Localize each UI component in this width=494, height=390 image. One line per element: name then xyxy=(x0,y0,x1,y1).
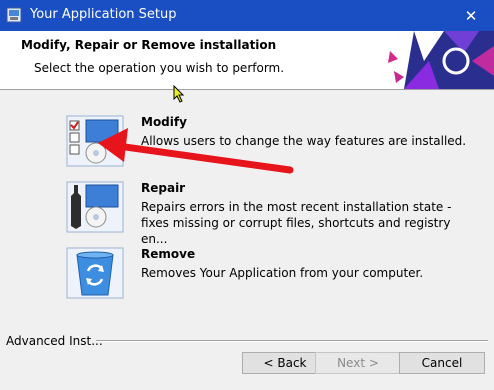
repair-icon xyxy=(66,181,124,233)
dialog-header: Modify, Repair or Remove installation Se… xyxy=(0,31,494,90)
brand-footer-text: Advanced Inst... xyxy=(6,334,103,348)
repair-description: Repairs errors in the most recent instal… xyxy=(141,200,452,246)
brand-banner-graphic xyxy=(388,31,494,89)
recycle-bin-icon xyxy=(66,247,124,299)
next-button[interactable]: Next > xyxy=(315,352,401,374)
option-modify[interactable]: Modify Allows users to change the way fe… xyxy=(66,115,466,175)
setup-window: Your Application Setup ✕ Modify, Repair … xyxy=(0,0,494,390)
option-remove[interactable]: Remove Removes Your Application from you… xyxy=(66,247,466,307)
modify-label: Modify xyxy=(141,115,187,129)
title-bar: Your Application Setup ✕ xyxy=(0,0,494,31)
mouse-cursor-icon xyxy=(173,85,185,103)
modify-icon xyxy=(66,115,124,167)
option-repair[interactable]: Repair Repairs errors in the most recent… xyxy=(66,181,466,246)
remove-description: Removes Your Application from your compu… xyxy=(141,266,424,280)
modify-description: Allows users to change the way features … xyxy=(141,134,467,148)
page-subtitle: Select the operation you wish to perform… xyxy=(34,61,285,75)
window-title: Your Application Setup xyxy=(30,7,177,22)
repair-label: Repair xyxy=(141,181,186,195)
installer-app-icon xyxy=(6,7,22,23)
close-button[interactable]: ✕ xyxy=(448,0,494,31)
cancel-button[interactable]: Cancel xyxy=(399,352,485,374)
page-title: Modify, Repair or Remove installation xyxy=(21,38,277,52)
footer-separator xyxy=(96,340,488,342)
remove-label: Remove xyxy=(141,247,196,261)
